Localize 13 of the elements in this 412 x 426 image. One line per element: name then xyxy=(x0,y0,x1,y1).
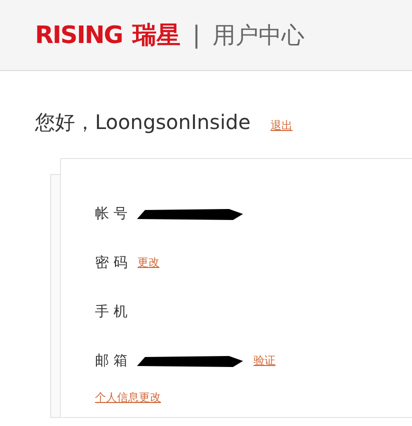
verify-link[interactable]: 验证 xyxy=(253,353,276,368)
logout-link[interactable]: 退出 xyxy=(270,118,293,133)
logo-text: RISING xyxy=(35,21,122,49)
separator: | xyxy=(192,21,201,49)
field-label: 密 码 xyxy=(95,254,128,272)
field-label: 帐 号 xyxy=(95,204,128,222)
field-label: 邮 箱 xyxy=(95,352,128,370)
greeting-text: 您好，LoongsonInside xyxy=(35,109,251,136)
page-title: 用户中心 xyxy=(212,22,305,50)
logo-chinese-text: 瑞星 xyxy=(132,20,180,51)
change-link[interactable]: 更改 xyxy=(137,255,160,270)
edit-profile-link[interactable]: 个人信息更改 xyxy=(95,390,161,404)
field-label: 手 机 xyxy=(95,302,128,320)
